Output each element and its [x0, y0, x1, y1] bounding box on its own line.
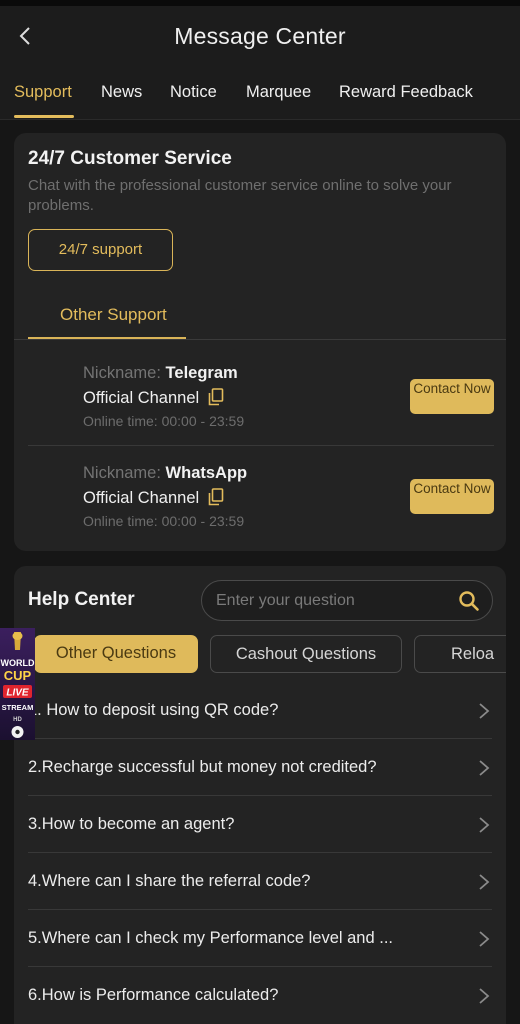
- nickname-line: Nickname: Telegram: [83, 364, 238, 383]
- question-category-tabs: Other Questions Cashout Questions Reloa: [14, 635, 506, 673]
- chevron-right-icon: [479, 874, 490, 890]
- contact-now-button[interactable]: Contact Now: [410, 379, 494, 414]
- active-tab-indicator: [14, 115, 74, 118]
- online-time-value: 00:00 - 23:59: [161, 413, 245, 429]
- header-bar: Message Center: [0, 6, 520, 68]
- copy-icon[interactable]: [208, 488, 224, 506]
- online-time-line: Online time: 00:00 - 23:59: [83, 413, 244, 429]
- customer-service-card: 24/7 Customer Service Chat with the prof…: [14, 133, 506, 551]
- search-icon[interactable]: [458, 590, 480, 612]
- support-24-7-button[interactable]: 24/7 support: [28, 229, 173, 271]
- search-box: [201, 580, 493, 621]
- nickname-value: Telegram: [165, 364, 238, 382]
- customer-service-description: Chat with the professional customer serv…: [28, 177, 452, 214]
- copy-icon[interactable]: [208, 388, 224, 406]
- faq-question: 2.Recharge successful but money not cred…: [28, 758, 377, 776]
- promo-line-5: HD: [13, 717, 22, 723]
- faq-item[interactable]: 3.How to become an agent?: [28, 796, 492, 853]
- faq-question: 1. How to deposit using QR code?: [28, 701, 279, 719]
- contact-now-label: Contact Now: [413, 481, 491, 496]
- online-label: Online time:: [83, 513, 158, 529]
- promo-line-4: STREAM: [2, 703, 34, 712]
- world-cup-live-stream-badge[interactable]: WORLD CUP LIVE STREAM HD: [0, 628, 35, 740]
- chevron-right-icon: [479, 760, 490, 776]
- promo-line-1: WORLD: [1, 658, 35, 668]
- online-time-line: Online time: 00:00 - 23:59: [83, 513, 244, 529]
- nickname-line: Nickname: WhatsApp: [83, 464, 247, 483]
- tab-notice[interactable]: Notice: [170, 83, 217, 102]
- nickname-label: Nickname:: [83, 364, 161, 382]
- faq-item[interactable]: 5.Where can I check my Performance level…: [28, 910, 492, 967]
- tab-reward-feedback[interactable]: Reward Feedback: [339, 83, 473, 102]
- tab-other-questions[interactable]: Other Questions: [34, 635, 198, 673]
- faq-question: 6.How is Performance calculated?: [28, 986, 279, 1004]
- channel-name: Official Channel: [83, 389, 200, 407]
- chevron-right-icon: [479, 988, 490, 1004]
- faq-item[interactable]: 1. How to deposit using QR code?: [28, 682, 492, 739]
- contact-item: Nickname: WhatsApp Official Channel Onli…: [28, 445, 494, 544]
- tab-cashout-questions[interactable]: Cashout Questions: [210, 635, 402, 673]
- contact-now-button[interactable]: Contact Now: [410, 479, 494, 514]
- channel-line: Official Channel: [83, 488, 224, 508]
- help-center-title: Help Center: [28, 589, 135, 610]
- tab-other-support[interactable]: Other Support: [60, 305, 167, 325]
- chevron-right-icon: [479, 931, 490, 947]
- online-label: Online time:: [83, 413, 158, 429]
- tab-bar: Support News Notice Marquee Reward Feedb…: [0, 68, 520, 120]
- chevron-right-icon: [479, 817, 490, 833]
- other-support-indicator: [28, 337, 186, 339]
- tab-reload-questions[interactable]: Reloa: [414, 635, 506, 673]
- faq-question: 5.Where can I check my Performance level…: [28, 929, 393, 947]
- tab-support[interactable]: Support: [14, 83, 72, 102]
- promo-line-3: LIVE: [6, 688, 29, 699]
- page-title: Message Center: [174, 23, 346, 49]
- tab-news[interactable]: News: [101, 83, 142, 102]
- contact-now-label: Contact Now: [413, 381, 491, 396]
- nickname-value: WhatsApp: [165, 464, 248, 482]
- faq-item[interactable]: 2.Recharge successful but money not cred…: [28, 739, 492, 796]
- promo-line-2: CUP: [4, 668, 32, 683]
- help-center-card: Help Center Other Questions Cashout Ques…: [14, 566, 506, 1024]
- faq-item[interactable]: 6.How is Performance calculated?: [28, 967, 492, 1024]
- faq-question: 4.Where can I share the referral code?: [28, 872, 311, 890]
- channel-line: Official Channel: [83, 388, 224, 408]
- tab-marquee[interactable]: Marquee: [246, 83, 311, 102]
- search-input[interactable]: [216, 581, 446, 620]
- customer-service-title: 24/7 Customer Service: [28, 148, 232, 169]
- divider: [14, 339, 506, 340]
- faq-question: 3.How to become an agent?: [28, 815, 235, 833]
- faq-item[interactable]: 4.Where can I share the referral code?: [28, 853, 492, 910]
- channel-name: Official Channel: [83, 489, 200, 507]
- nickname-label: Nickname:: [83, 464, 161, 482]
- chevron-right-icon: [479, 703, 490, 719]
- contact-item: Nickname: Telegram Official Channel Onli…: [28, 346, 494, 445]
- online-time-value: 00:00 - 23:59: [161, 513, 245, 529]
